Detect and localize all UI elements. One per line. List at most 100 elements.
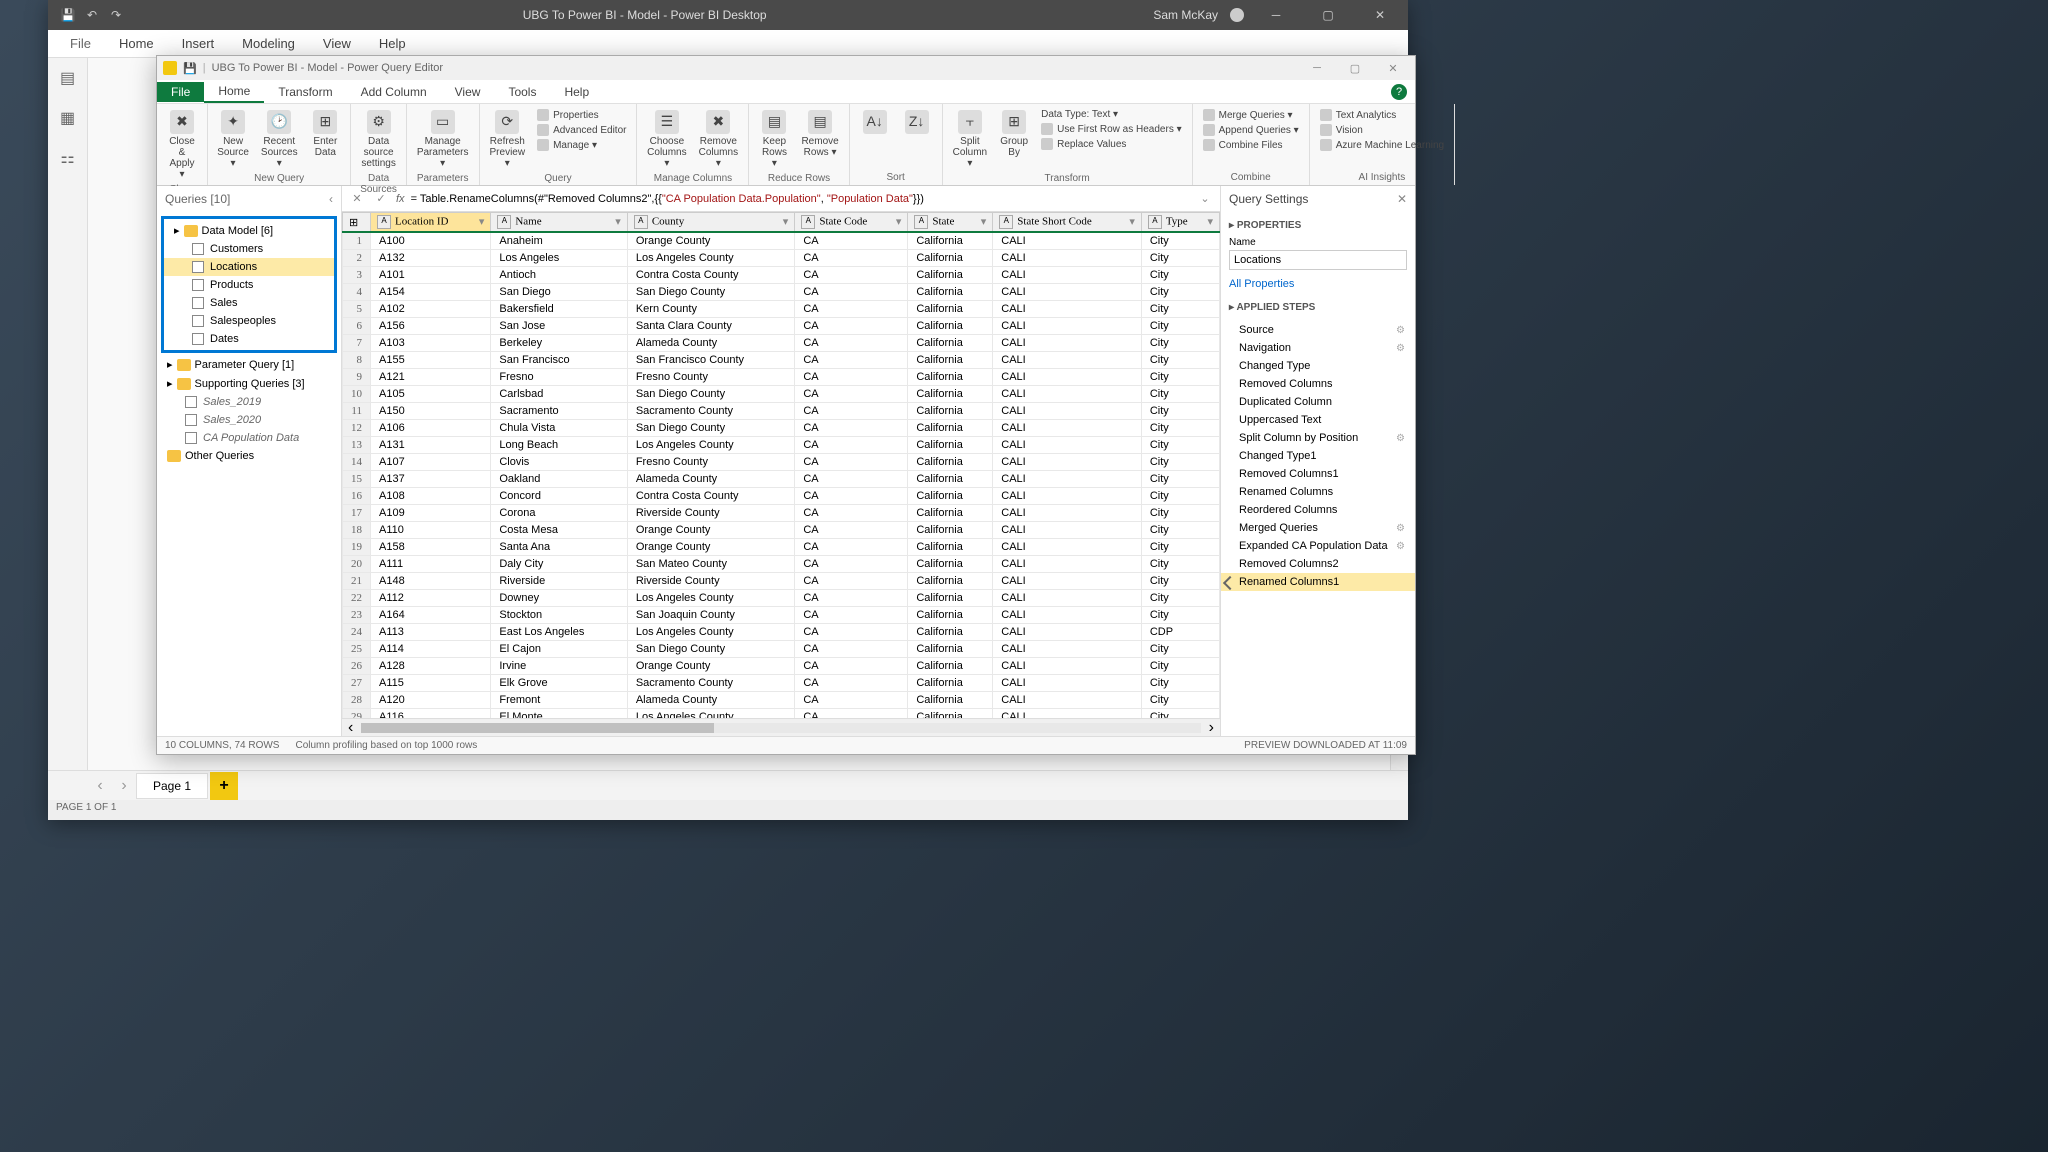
tab-home[interactable]: Home xyxy=(107,32,166,55)
data-view-icon[interactable]: ▦ xyxy=(56,106,80,130)
pq-tab-file[interactable]: File xyxy=(157,82,204,102)
pq-tab-addcolumn[interactable]: Add Column xyxy=(347,82,441,102)
table-row[interactable]: 21A148RiversideRiverside CountyCACalifor… xyxy=(343,573,1220,590)
applied-step[interactable]: Changed Type xyxy=(1221,357,1415,375)
table-row[interactable]: 23A164StocktonSan Joaquin CountyCACalifo… xyxy=(343,607,1220,624)
azure-ml-button[interactable]: Azure Machine Learning xyxy=(1316,138,1448,152)
query-dates[interactable]: Dates xyxy=(164,330,334,348)
query-salespeoples[interactable]: Salespeoples xyxy=(164,312,334,330)
table-row[interactable]: 14A107ClovisFresno CountyCACaliforniaCAL… xyxy=(343,454,1220,471)
text-analytics-button[interactable]: Text Analytics xyxy=(1316,108,1448,122)
vision-button[interactable]: Vision xyxy=(1316,123,1448,137)
table-row[interactable]: 15A137OaklandAlameda CountyCACaliforniaC… xyxy=(343,471,1220,488)
add-page-button[interactable]: + xyxy=(210,772,238,800)
tab-help[interactable]: Help xyxy=(367,32,418,55)
cancel-formula-icon[interactable]: ✕ xyxy=(348,190,366,208)
sort-desc-button[interactable]: Z↓ xyxy=(898,108,936,138)
table-row[interactable]: 25A114El CajonSan Diego CountyCACaliforn… xyxy=(343,641,1220,658)
page-prev-icon[interactable]: ‹ xyxy=(88,774,112,798)
column-header[interactable]: AName▾ xyxy=(491,213,627,233)
manage-button[interactable]: Manage ▾ xyxy=(533,138,630,152)
column-header[interactable]: ALocation ID▾ xyxy=(371,213,491,233)
keep-rows-button[interactable]: ▤Keep Rows ▾ xyxy=(755,108,793,171)
sort-asc-button[interactable]: A↓ xyxy=(856,108,894,138)
applied-step[interactable]: Changed Type1 xyxy=(1221,447,1415,465)
applied-step[interactable]: Source⚙ xyxy=(1221,321,1415,339)
pq-close-icon[interactable]: ✕ xyxy=(1377,58,1409,78)
tab-view[interactable]: View xyxy=(311,32,363,55)
expand-formula-icon[interactable]: ⌄ xyxy=(1196,190,1214,208)
tab-file[interactable]: File xyxy=(58,32,103,55)
column-header[interactable]: AState▾ xyxy=(908,213,993,233)
table-row[interactable]: 11A150SacramentoSacramento CountyCACalif… xyxy=(343,403,1220,420)
query-name-input[interactable] xyxy=(1229,250,1407,270)
model-view-icon[interactable]: ⚏ xyxy=(56,146,80,170)
folder-data-model[interactable]: ▸Data Model [6] xyxy=(164,221,334,240)
tab-modeling[interactable]: Modeling xyxy=(230,32,307,55)
collapse-icon[interactable]: ‹ xyxy=(329,192,333,206)
query-locations[interactable]: Locations xyxy=(164,258,334,276)
horizontal-scrollbar[interactable]: ‹ › xyxy=(342,718,1220,736)
choose-columns-button[interactable]: ☰Choose Columns ▾ xyxy=(643,108,690,171)
properties-button[interactable]: Properties xyxy=(533,108,630,122)
query-sales2020[interactable]: Sales_2020 xyxy=(157,411,341,429)
close-icon[interactable]: ✕ xyxy=(1360,0,1400,30)
table-row[interactable]: 16A108ConcordContra Costa CountyCACalifo… xyxy=(343,488,1220,505)
query-sales2019[interactable]: Sales_2019 xyxy=(157,393,341,411)
user-name[interactable]: Sam McKay xyxy=(1153,8,1218,22)
avatar-icon[interactable] xyxy=(1230,8,1244,22)
data-source-settings-button[interactable]: ⚙Data source settings xyxy=(357,108,399,171)
table-row[interactable]: 19A158Santa AnaOrange CountyCACalifornia… xyxy=(343,539,1220,556)
redo-icon[interactable]: ↷ xyxy=(108,7,124,23)
group-by-button[interactable]: ⊞Group By xyxy=(995,108,1033,160)
enter-data-button[interactable]: ⊞Enter Data xyxy=(306,108,344,160)
accept-formula-icon[interactable]: ✓ xyxy=(372,190,390,208)
query-capop[interactable]: CA Population Data xyxy=(157,429,341,447)
first-row-headers-button[interactable]: Use First Row as Headers ▾ xyxy=(1037,122,1186,136)
merge-queries-button[interactable]: Merge Queries ▾ xyxy=(1199,108,1303,122)
column-header[interactable]: ACounty▾ xyxy=(627,213,795,233)
table-row[interactable]: 22A112DowneyLos Angeles CountyCACaliforn… xyxy=(343,590,1220,607)
recent-sources-button[interactable]: 🕑Recent Sources ▾ xyxy=(256,108,302,171)
table-row[interactable]: 1A100AnaheimOrange CountyCACaliforniaCAL… xyxy=(343,232,1220,250)
table-row[interactable]: 10A105CarlsbadSan Diego CountyCACaliforn… xyxy=(343,386,1220,403)
applied-step[interactable]: Removed Columns xyxy=(1221,375,1415,393)
folder-other[interactable]: Other Queries xyxy=(157,447,341,465)
table-row[interactable]: 9A121FresnoFresno CountyCACaliforniaCALI… xyxy=(343,369,1220,386)
applied-step[interactable]: Reordered Columns xyxy=(1221,501,1415,519)
table-row[interactable]: 28A120FremontAlameda CountyCACaliforniaC… xyxy=(343,692,1220,709)
column-header[interactable]: AState Code▾ xyxy=(795,213,908,233)
applied-step[interactable]: Removed Columns1 xyxy=(1221,465,1415,483)
all-properties-link[interactable]: All Properties xyxy=(1221,274,1415,294)
undo-icon[interactable]: ↶ xyxy=(84,7,100,23)
table-corner[interactable]: ⊞ xyxy=(343,213,371,233)
advanced-editor-button[interactable]: Advanced Editor xyxy=(533,123,630,137)
data-grid[interactable]: ⊞ALocation ID▾AName▾ACounty▾AState Code▾… xyxy=(342,212,1220,718)
fx-icon[interactable]: fx xyxy=(396,193,405,205)
pq-tab-transform[interactable]: Transform xyxy=(264,82,346,102)
table-row[interactable]: 12A106Chula VistaSan Diego CountyCACalif… xyxy=(343,420,1220,437)
close-settings-icon[interactable]: ✕ xyxy=(1397,192,1407,206)
folder-parameter[interactable]: ▸Parameter Query [1] xyxy=(157,355,341,374)
minimize-icon[interactable]: ─ xyxy=(1256,0,1296,30)
applied-step[interactable]: Merged Queries⚙ xyxy=(1221,519,1415,537)
query-customers[interactable]: Customers xyxy=(164,240,334,258)
combine-files-button[interactable]: Combine Files xyxy=(1199,138,1303,152)
table-row[interactable]: 8A155San FranciscoSan Francisco CountyCA… xyxy=(343,352,1220,369)
applied-step[interactable]: Renamed Columns1 xyxy=(1221,573,1415,591)
table-row[interactable]: 3A101AntiochContra Costa CountyCACalifor… xyxy=(343,267,1220,284)
applied-step[interactable]: Expanded CA Population Data⚙ xyxy=(1221,537,1415,555)
table-row[interactable]: 13A131Long BeachLos Angeles CountyCACali… xyxy=(343,437,1220,454)
column-header[interactable]: AState Short Code▾ xyxy=(993,213,1142,233)
replace-values-button[interactable]: Replace Values xyxy=(1037,137,1186,151)
query-products[interactable]: Products xyxy=(164,276,334,294)
new-source-button[interactable]: ✦New Source ▾ xyxy=(214,108,252,171)
applied-step[interactable]: Uppercased Text xyxy=(1221,411,1415,429)
scroll-left-icon[interactable]: ‹ xyxy=(348,719,353,737)
column-header[interactable]: AType▾ xyxy=(1141,213,1219,233)
table-row[interactable]: 27A115Elk GroveSacramento CountyCACalifo… xyxy=(343,675,1220,692)
qat-save-icon[interactable]: 💾 xyxy=(183,62,197,75)
applied-step[interactable]: Duplicated Column xyxy=(1221,393,1415,411)
remove-rows-button[interactable]: ▤Remove Rows ▾ xyxy=(797,108,842,160)
pq-tab-tools[interactable]: Tools xyxy=(494,82,550,102)
